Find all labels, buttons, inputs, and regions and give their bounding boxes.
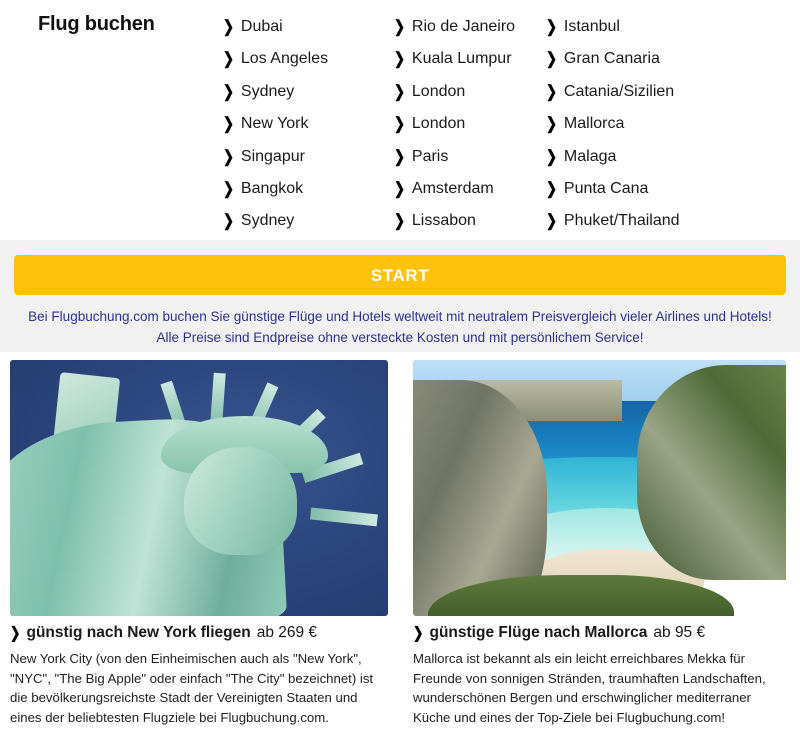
new-york-heading[interactable]: ❯ günstig nach New York fliegen ab 269 € — [10, 624, 388, 642]
destination-item[interactable]: ❯ London — [394, 76, 554, 108]
destination-item[interactable]: ❯ Istanbul — [546, 11, 796, 43]
destination-item[interactable]: ❯ Punta Cana — [546, 173, 796, 205]
page-title: Flug buchen — [38, 13, 155, 35]
destination-label: Kuala Lumpur — [411, 50, 512, 68]
chevron-right-icon: ❯ — [223, 211, 234, 231]
destination-label: Amsterdam — [411, 179, 494, 197]
destination-item[interactable]: ❯ London — [394, 108, 554, 140]
destination-label: Dubai — [240, 18, 283, 35]
destination-label: Singapur — [240, 147, 305, 165]
mallorca-price: ab 95 € — [653, 624, 706, 641]
destination-item[interactable]: ❯ Lissabon — [394, 205, 554, 237]
destination-column-2: ❯ Rio de Janeiro ❯ Kuala Lumpur ❯ London ❯ Lond… — [394, 11, 554, 238]
destination-item[interactable]: ❯ Mallorca — [546, 108, 796, 140]
destination-label: Sydney — [240, 212, 295, 230]
chevron-right-icon: ❯ — [413, 624, 424, 642]
new-york-description: New York City (von den Einheimischen auc… — [10, 651, 374, 725]
destination-item[interactable]: ❯ Gran Canaria — [546, 43, 796, 75]
destination-item[interactable]: ❯ Bangkok — [223, 173, 388, 205]
new-york-title: günstig nach New York fliegen — [26, 624, 251, 641]
destination-item[interactable]: ❯ Paris — [394, 141, 554, 173]
destination-label: Catania/Sizilien — [563, 82, 675, 100]
destination-item[interactable]: ❯ Amsterdam — [394, 173, 554, 205]
destination-label: Rio de Janeiro — [411, 18, 516, 35]
right-cliff — [636, 365, 786, 581]
destination-label: Gran Canaria — [563, 50, 660, 68]
destination-label: Punta Cana — [563, 179, 649, 197]
chevron-right-icon: ❯ — [10, 624, 21, 642]
destination-item[interactable]: ❯ Phuket/Thailand — [546, 205, 796, 237]
offer-card-new-york: ❯ günstig nach New York fliegen ab 269 € N… — [10, 360, 388, 727]
destination-column-3: ❯ Istanbul ❯ Gran Canaria ❯ Catania/Sizilien ❯… — [546, 11, 796, 238]
destination-label: Los Angeles — [240, 50, 329, 68]
destination-item[interactable]: ❯ Malaga — [546, 141, 796, 173]
statue-illustration — [10, 360, 388, 616]
destination-label: Bangkok — [240, 179, 304, 197]
destination-item[interactable]: ❯ Sydney — [223, 205, 388, 237]
mallorca-title: günstige Flüge nach Mallorca — [429, 624, 648, 641]
destination-item[interactable]: ❯ Dubai — [223, 11, 388, 43]
chevron-right-icon: ❯ — [546, 211, 557, 231]
destination-label: London — [411, 82, 466, 100]
destination-label: Istanbul — [563, 18, 620, 35]
destination-label: Mallorca — [563, 115, 625, 133]
destination-label: London — [411, 115, 466, 133]
destination-label: Malaga — [563, 147, 617, 165]
new-york-photo[interactable] — [10, 360, 388, 616]
offer-card-mallorca: ❯ günstige Flüge nach Mallorca ab 95 € Mal… — [413, 360, 791, 727]
mallorca-heading[interactable]: ❯ günstige Flüge nach Mallorca ab 95 € — [413, 624, 791, 642]
destination-label: Lissabon — [411, 212, 476, 230]
offer-cards: ❯ günstig nach New York fliegen ab 269 € N… — [0, 360, 800, 730]
mallorca-description: Mallorca ist bekannt als ein leicht erre… — [413, 651, 766, 725]
destination-item[interactable]: ❯ Catania/Sizilien — [546, 76, 796, 108]
destination-column-1: ❯ Dubai ❯ Los Angeles ❯ Sydney ❯ New York ❯ Singa… — [223, 11, 388, 238]
mallorca-photo[interactable] — [413, 360, 786, 616]
destination-item[interactable]: ❯ Kuala Lumpur — [394, 43, 554, 75]
promo-blurb: Bei Flugbuchung.com buchen Sie günstige … — [28, 309, 772, 345]
destination-item[interactable]: ❯ Sydney — [223, 76, 388, 108]
chevron-right-icon: ❯ — [394, 211, 405, 231]
page-root: Flug buchen ❯ Dubai ❯ Los Angeles ❯ Sydney ❯ Ne… — [0, 0, 800, 730]
destination-label: Phuket/Thailand — [563, 212, 680, 230]
destination-label: Paris — [411, 147, 449, 165]
destination-item[interactable]: ❯ Los Angeles — [223, 43, 388, 75]
start-button[interactable]: START — [14, 255, 786, 295]
destination-item[interactable]: ❯ Singapur — [223, 141, 388, 173]
destination-item[interactable]: ❯ Rio de Janeiro — [394, 11, 554, 43]
destination-label: New York — [240, 115, 309, 133]
destination-label: Sydney — [240, 82, 295, 100]
destination-item[interactable]: ❯ New York — [223, 108, 388, 140]
promo-band: START Bei Flugbuchung.com buchen Sie gün… — [0, 240, 800, 352]
destination-picker: Flug buchen ❯ Dubai ❯ Los Angeles ❯ Sydney ❯ Ne… — [0, 0, 800, 240]
new-york-price: ab 269 € — [256, 624, 318, 641]
